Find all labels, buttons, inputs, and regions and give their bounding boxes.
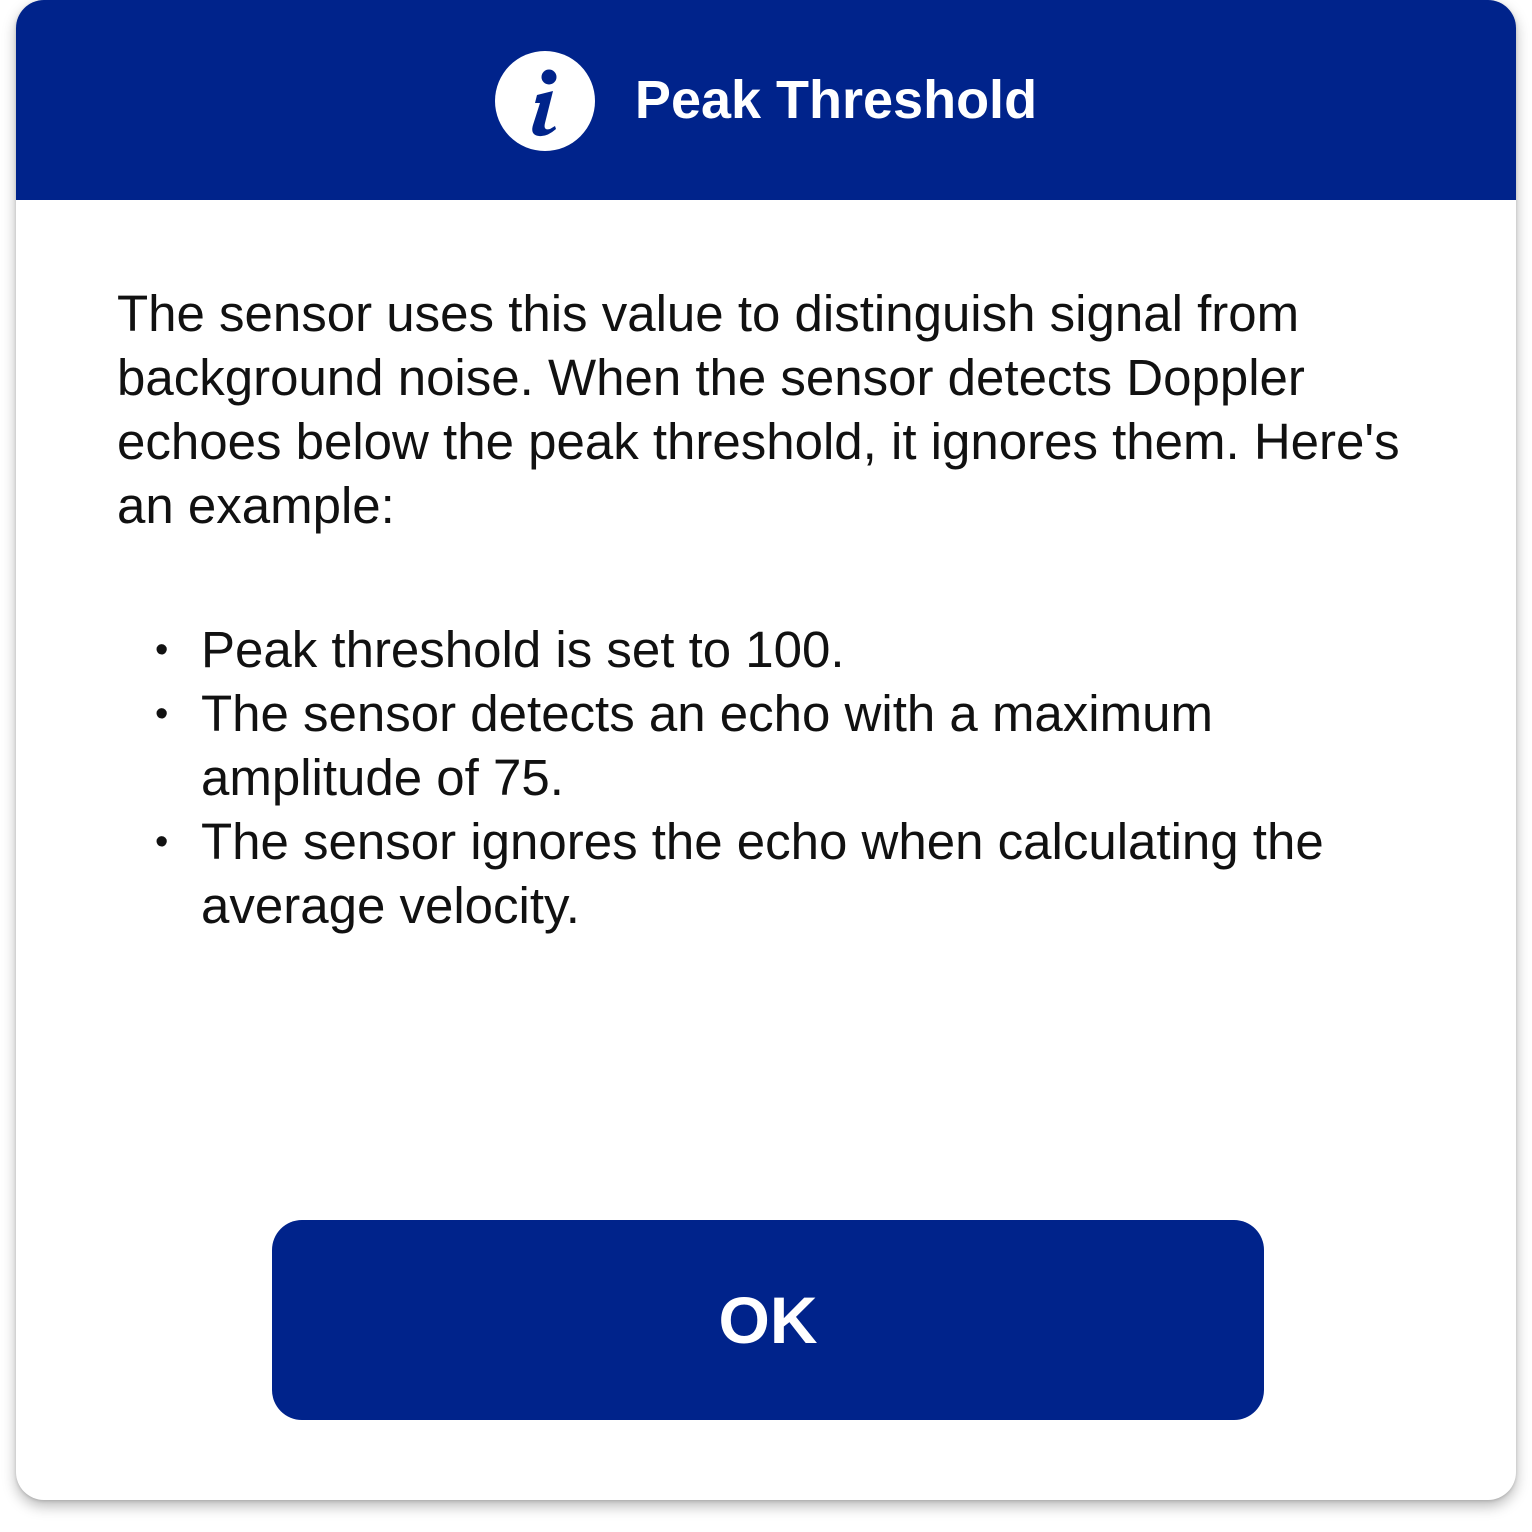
info-dialog: Peak Threshold The sensor uses this valu… bbox=[16, 0, 1516, 1500]
list-item-text: Peak threshold is set to 100. bbox=[201, 621, 845, 678]
dialog-title: Peak Threshold bbox=[634, 70, 1038, 130]
dialog-header: Peak Threshold bbox=[16, 0, 1516, 200]
list-item-text: The sensor ignores the echo when calcula… bbox=[201, 813, 1324, 934]
ok-button[interactable]: OK bbox=[272, 1220, 1264, 1420]
list-item: • The sensor detects an echo with a maxim… bbox=[117, 682, 1437, 810]
bullet-icon: • bbox=[155, 629, 169, 671]
list-item: • The sensor ignores the echo when calcul… bbox=[117, 810, 1437, 938]
example-list: • Peak threshold is set to 100. • The sens… bbox=[117, 618, 1437, 938]
dialog-description: The sensor uses this value to distinguis… bbox=[117, 285, 1400, 534]
bullet-icon: • bbox=[155, 693, 169, 735]
list-item-text: The sensor detects an echo with a maximu… bbox=[201, 685, 1213, 806]
info-icon bbox=[494, 51, 595, 151]
bullet-icon: • bbox=[155, 821, 169, 863]
list-item: • Peak threshold is set to 100. bbox=[117, 618, 1437, 682]
